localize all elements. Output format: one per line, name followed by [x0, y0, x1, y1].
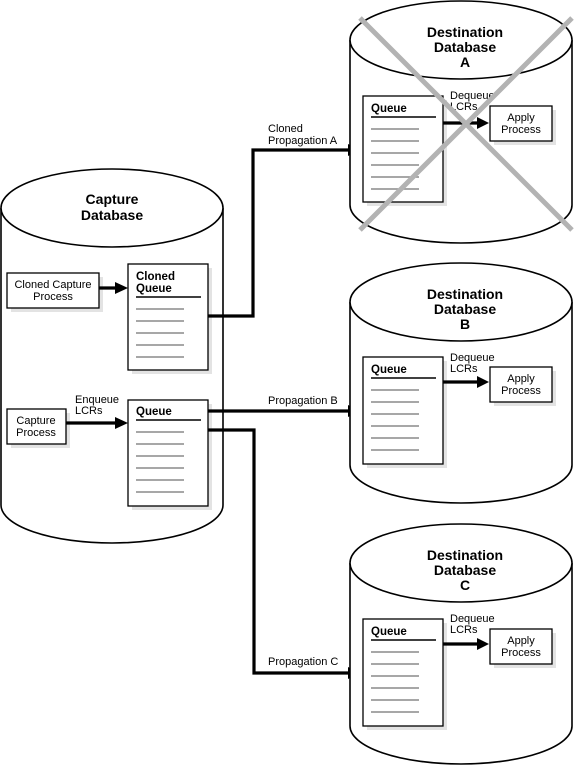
destination-a-apply-label-line1: Apply [507, 112, 535, 124]
destination-a-title-line3: A [460, 54, 470, 70]
propagation-paths: Cloned Propagation A Propagation B Propa… [208, 123, 360, 679]
destination-a-title-line2: Database [434, 39, 496, 55]
destination-c-title-line2: Database [434, 562, 496, 578]
cloned-queue-title-line1: Cloned [136, 271, 175, 283]
propagation-c-label: Propagation C [268, 656, 338, 668]
destination-b-title-line1: Destination [427, 286, 503, 302]
replication-diagram: Capture Database Cloned Capture Process … [0, 0, 574, 765]
destination-b-title-line3: B [460, 316, 470, 332]
destination-c-title-line3: C [460, 577, 470, 593]
destination-c-dequeue-label-line2: LCRs [450, 624, 478, 636]
cloned-propagation-a-label-line2: Propagation A [268, 135, 338, 147]
capture-database: Capture Database Cloned Capture Process … [0, 168, 224, 544]
destination-a-queue-title: Queue [371, 103, 407, 115]
destination-a-title-line1: Destination [427, 24, 503, 40]
cloned-capture-process-label-line2: Process [33, 291, 73, 303]
capture-queue-title: Queue [136, 406, 172, 418]
capture-process-label-line2: Process [16, 427, 56, 439]
propagation-c-path [208, 428, 350, 675]
destination-database-b: Destination Database B Queue Dequeue LCR… [349, 262, 573, 504]
destination-b-title-line2: Database [434, 301, 496, 317]
cloned-capture-process-label-line1: Cloned Capture [14, 279, 91, 291]
capture-process-label-line1: Capture [16, 415, 55, 427]
cloned-propagation-a-path [208, 148, 350, 318]
destination-b-apply-label-line1: Apply [507, 373, 535, 385]
destination-c-apply-label-line2: Process [501, 647, 541, 659]
destination-c-queue-title: Queue [371, 626, 407, 638]
capture-database-title-line1: Capture [86, 191, 139, 207]
destination-b-dequeue-label-line2: LCRs [450, 363, 478, 375]
cloned-queue: Cloned Queue [127, 263, 212, 374]
destination-database-a: Destination Database A Queue Dequeue LCR… [349, 0, 574, 244]
destination-c-title-line1: Destination [427, 547, 503, 563]
capture-queue: Queue [127, 399, 212, 510]
cloned-propagation-a-label-line1: Cloned [268, 123, 303, 135]
destination-database-c: Destination Database C Queue Dequeue LCR… [349, 523, 573, 765]
enqueue-label-line2: LCRs [75, 405, 103, 417]
propagation-b-label: Propagation B [268, 395, 338, 407]
destination-b-apply-label-line2: Process [501, 385, 541, 397]
destination-b-queue-title: Queue [371, 364, 407, 376]
cloned-capture-process: Cloned Capture Process [6, 272, 103, 312]
capture-process: Capture Process [6, 408, 70, 448]
destination-a-apply-label-line2: Process [501, 124, 541, 136]
capture-database-title-line2: Database [81, 207, 143, 223]
destination-c-apply-label-line1: Apply [507, 635, 535, 647]
cloned-queue-title-line2: Queue [136, 283, 172, 295]
